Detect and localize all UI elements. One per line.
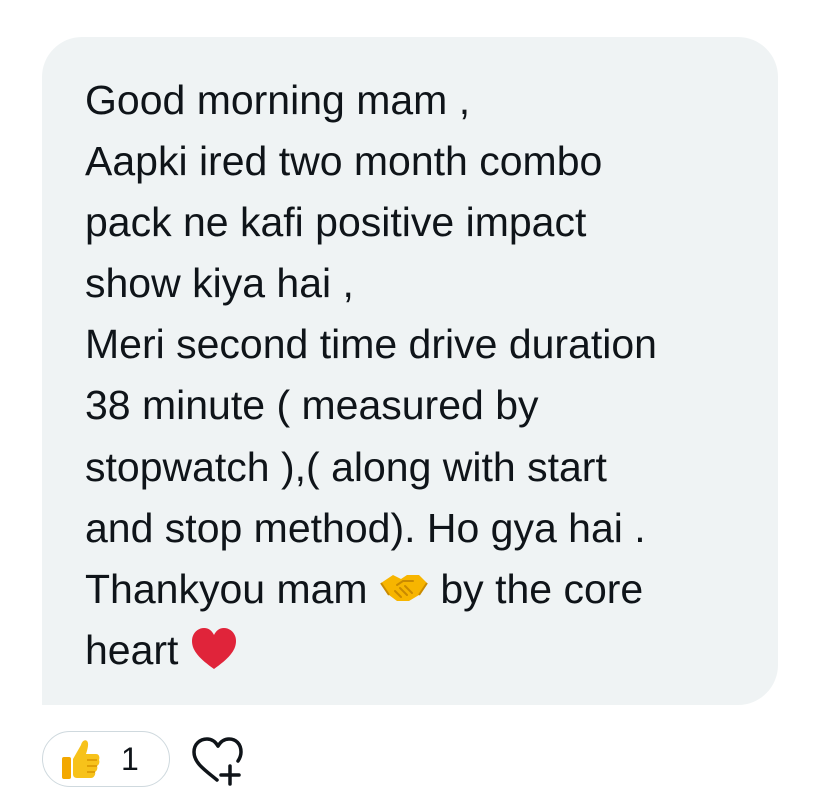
message-line: 38 minute ( measured by [85,382,539,429]
add-reaction-button[interactable] [188,736,246,786]
message-fragment: heart [85,626,179,673]
thumbs-up-icon [61,737,101,781]
message-line: Aapki ired two month combo [85,138,603,185]
message-line-thanks: Thankyou mam by the core [85,559,657,620]
message-text: Good morning mam , Aapki ired two month … [85,70,657,681]
message-line: pack ne kafi positive impact [85,199,587,246]
message-line: stopwatch ),( along with start [85,443,607,490]
thumbs-up-reaction-button[interactable]: 1 [42,731,170,787]
red-heart-icon [190,627,238,671]
message-fragment: Thankyou mam [85,565,368,612]
message-line-heart: heart [85,620,657,681]
heart-plus-icon [192,737,243,786]
reaction-count: 1 [121,740,139,777]
message-line: show kiya hai , [85,260,354,307]
message-line: Meri second time drive duration [85,321,657,368]
handshake-icon [379,571,429,605]
message-fragment: by the core [440,565,644,612]
message-line: Good morning mam , [85,77,471,123]
message-line: and stop method). Ho gya hai . [85,504,646,551]
